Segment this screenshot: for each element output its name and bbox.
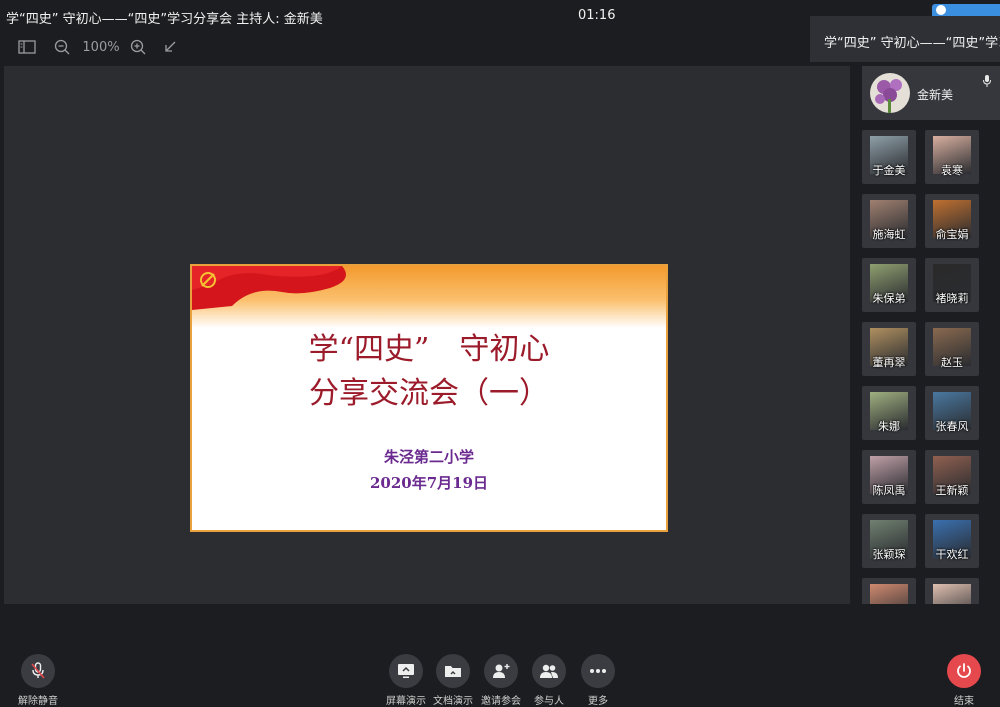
end-meeting-label: 结束 (954, 696, 974, 707)
participant-name: 褚晓莉 (935, 292, 969, 305)
unmute-label: 解除静音 (18, 696, 58, 707)
sidebar-toggle-icon (18, 40, 36, 54)
meeting-control-bar: 解除静音 屏幕演示 文档演示 邀请参会 参与人 更多 结束 (0, 640, 1000, 707)
participants-button[interactable] (532, 654, 566, 688)
participant-name: 俞宝娟 (935, 228, 969, 241)
collapse-button[interactable] (160, 34, 180, 60)
zoom-in-icon (130, 39, 146, 55)
more-dots-icon (590, 669, 606, 673)
participant-tile[interactable]: 干欢红 (925, 514, 979, 568)
host-tile[interactable]: 金新美 (862, 66, 1000, 120)
unmute-button[interactable] (21, 654, 55, 688)
sidebar-toggle-button[interactable] (16, 34, 38, 60)
more-label: 更多 (588, 696, 608, 707)
participant-tile[interactable]: 张颖琛 (862, 514, 916, 568)
participant-tile[interactable]: 褚晓莉 (925, 258, 979, 312)
microphone-off-icon (31, 662, 45, 679)
arrow-down-left-icon (165, 41, 176, 52)
meeting-title: 学“四史” 守初心——“四史”学习分享会 主持人: 金新美 (6, 12, 323, 27)
more-button[interactable] (581, 654, 615, 688)
folder-icon (445, 666, 461, 677)
shared-content-area[interactable]: 学“四史” 守初心 分享交流会（一） 朱泾第二小学 2020年7月19日 (4, 66, 850, 604)
avatar (933, 584, 971, 604)
host-name: 金新美 (917, 88, 954, 102)
participant-tile[interactable]: 袁寒 (925, 130, 979, 184)
screen-share-button[interactable] (389, 654, 423, 688)
meeting-name-panel: 学“四史” 守初心——“四史”学习分享会 (810, 16, 1000, 62)
participant-tile[interactable] (862, 578, 916, 604)
slide-school: 朱泾第二小学 (383, 448, 474, 466)
status-icon (936, 5, 946, 15)
red-flag-icon (192, 266, 346, 310)
participant-tile[interactable]: 于金美 (862, 130, 916, 184)
screen-share-icon (398, 664, 414, 678)
participant-name: 张颖琛 (872, 548, 906, 561)
zoom-level: 100% (82, 39, 120, 55)
slide-title-line1: 学“四史” 守初心 (308, 332, 550, 367)
meeting-timer: 01:16 (578, 8, 616, 23)
participant-grid[interactable]: 于金美 袁寒施海虹 俞宝娟朱保弟 褚晓莉董再翠 赵玉朱娜 张春风陈凤禹 王新颖张颖琛 干欢红 (862, 130, 1000, 604)
add-user-icon (493, 664, 510, 678)
participant-name: 董再翠 (872, 356, 906, 369)
participant-name: 干欢红 (935, 548, 969, 561)
invite-button[interactable] (484, 654, 518, 688)
meeting-name-text: 学“四史” 守初心——“四史”学习分享会 (824, 36, 1000, 51)
slide-date: 2020年7月19日 (369, 474, 489, 492)
end-meeting-button[interactable] (947, 654, 981, 688)
participant-tile[interactable]: 赵玉 (925, 322, 979, 376)
users-icon (540, 664, 558, 678)
doc-share-button[interactable] (436, 654, 470, 688)
participant-name: 张春风 (935, 420, 969, 433)
zoom-out-button[interactable] (52, 34, 72, 60)
participant-name: 朱保弟 (872, 292, 906, 305)
participant-tile[interactable] (925, 578, 979, 604)
presentation-slide: 学“四史” 守初心 分享交流会（一） 朱泾第二小学 2020年7月19日 (190, 264, 668, 532)
participant-tile[interactable]: 朱保弟 (862, 258, 916, 312)
avatar (870, 73, 910, 113)
zoom-in-button[interactable] (128, 34, 148, 60)
participant-name: 朱娜 (878, 420, 900, 433)
participant-name: 于金美 (872, 164, 906, 177)
view-toolbar: 100% (0, 34, 400, 60)
participant-tile[interactable]: 董再翠 (862, 322, 916, 376)
participant-tile[interactable]: 俞宝娟 (925, 194, 979, 248)
participant-name: 袁寒 (941, 164, 963, 177)
participant-tile[interactable]: 王新颖 (925, 450, 979, 504)
participant-tile[interactable]: 施海虹 (862, 194, 916, 248)
participant-tile[interactable]: 朱娜 (862, 386, 916, 440)
participant-name: 王新颖 (935, 484, 969, 497)
power-icon (957, 663, 971, 678)
slide-title-line2: 分享交流会（一） (309, 376, 549, 411)
participant-tile[interactable]: 张春风 (925, 386, 979, 440)
participant-name: 施海虹 (872, 228, 906, 241)
zoom-out-icon (54, 39, 70, 55)
microphone-icon (983, 75, 991, 87)
participant-tile[interactable]: 陈凤禹 (862, 450, 916, 504)
avatar (870, 584, 908, 604)
participant-name: 赵玉 (941, 356, 963, 369)
participant-name: 陈凤禹 (872, 484, 906, 497)
